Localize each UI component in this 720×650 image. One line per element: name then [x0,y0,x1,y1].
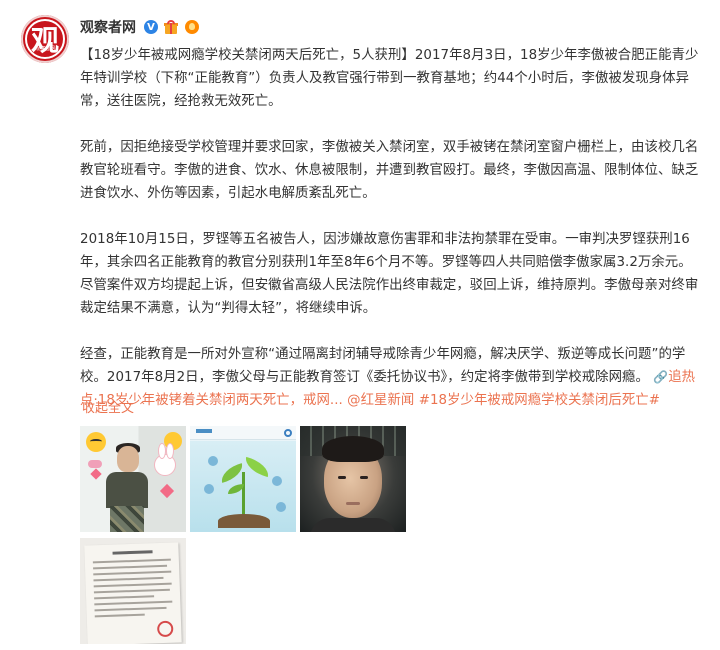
document-page [84,542,182,644]
person-torso [106,472,148,508]
avatar-subtext: 观察者网 [34,46,55,52]
selfie-mouth [346,502,360,505]
bubble-c [272,476,282,486]
bubble-d [276,502,286,512]
document-line [94,606,167,612]
verified-icon: V [144,20,158,34]
selfie-eye-right [360,476,368,479]
avatar[interactable]: 观 观察者网 [21,15,69,63]
gift-icon[interactable] [164,20,178,34]
bunny-sticker-icon [154,443,176,476]
plant-soil [218,514,270,528]
post-paragraph-1: 【18岁少年被戒网瘾学校关禁闭两天后死亡，5人获刑】2017年8月3日，18岁少… [80,48,699,109]
document-stamp [156,620,174,638]
paperclip-icon: 🔗 [653,370,669,384]
screenshot-topbar [190,426,296,440]
image-thumb-3[interactable] [300,426,406,532]
screenshot-refresh-icon [284,429,292,437]
post-paragraph-3: 2018年10月15日，罗铿等五名被告人，因涉嫌故意伤害罪和非法拘禁罪在受审。一… [80,232,699,316]
sticker-decoration [88,460,102,468]
document-line [94,600,173,606]
selfie-shirt [310,518,396,532]
selfie-eye-left [338,476,346,479]
person-head [117,446,139,472]
hashtag-link[interactable]: #18岁少年被戒网瘾学校关禁闭后死亡# [419,393,660,408]
mention-link[interactable]: @红星新闻 [347,393,414,408]
document-line [93,570,172,576]
username[interactable]: 观察者网 [80,17,136,37]
document-line [94,595,155,600]
gift-icon-ribbon [170,23,172,34]
post-header: 观察者网 V [80,17,199,37]
selfie-hair [322,436,384,462]
emoji-sticker-icon [86,432,106,452]
image-thumb-4[interactable] [80,538,186,644]
avatar-char: 观 [30,24,59,57]
document-line [93,588,170,594]
collapse-button[interactable]: 收起全文 ⌃ [82,397,146,416]
post-text: 【18岁少年被戒网瘾学校关禁闭两天后死亡，5人获刑】2017年8月3日，18岁少… [80,44,702,412]
post-paragraph-4-text: 经查，正能教育是一所对外宣称“通过隔离封闭辅导戒除青少年网瘾，解决厌学、叛逆等成… [80,347,686,385]
bubble-b [204,484,214,494]
plant-stem [242,472,245,516]
post-paragraph-2: 死前，因拒绝接受学校管理并要求回家，李傲被关入禁闭室，双手被铐在禁闭室窗户栅栏上… [80,140,699,201]
document-line [93,564,168,570]
bubble-a [208,456,218,466]
chevron-up-icon: ⌃ [138,401,147,412]
document-line [92,558,171,564]
post-paragraph-4: 经查，正能教育是一所对外宣称“通过隔离封闭辅导戒除青少年网瘾，解决厌学、叛逆等成… [80,343,702,412]
person-legs [110,506,144,532]
weibo-post-card: 观 观察者网 观察者网 V 【18岁少年被戒网瘾学校关禁闭两天后死亡，5人获刑】… [0,0,720,650]
image-thumb-2[interactable] [190,426,296,532]
fan-badge-icon[interactable] [185,20,199,34]
document-line [93,582,172,588]
document-line [93,576,164,582]
screenshot-title-mark [196,429,212,433]
document-heading [112,550,153,555]
avatar-logo: 观 观察者网 [25,19,65,59]
image-thumb-1[interactable] [80,426,186,532]
collapse-label: 收起全文 [82,401,135,416]
document-line [94,613,145,618]
gift-icon-bow [167,20,175,24]
